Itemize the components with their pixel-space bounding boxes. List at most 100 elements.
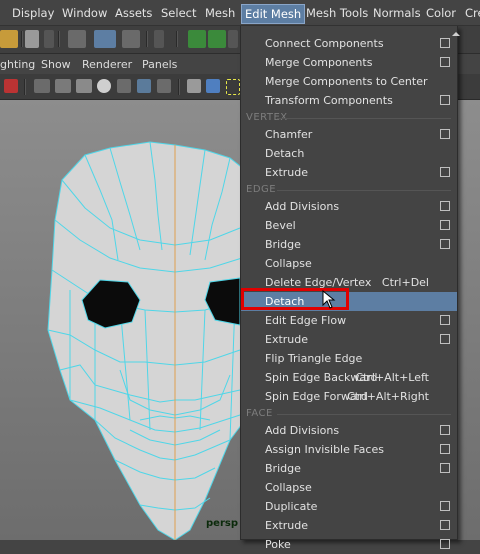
edit-mesh-dropdown: Connect Components Merge Components Merge … [240, 26, 458, 551]
menu-item-merge-components-to-center[interactable]: Merge Components to Center [241, 72, 457, 91]
option-box-icon[interactable] [440, 95, 450, 105]
menu-item-extrude[interactable]: Extrude [241, 163, 457, 182]
snap-grid-icon[interactable] [188, 30, 206, 48]
menu-item-spin-edge-forward[interactable]: Spin Edge Forward Ctrl+Alt+Right [241, 387, 457, 406]
toolbar-separator [146, 31, 148, 47]
snap-point-icon[interactable] [228, 30, 238, 48]
sphere-icon[interactable] [97, 79, 111, 93]
menu-item-label: Extrude [265, 519, 309, 532]
menu-item-bridge[interactable]: Bridge [241, 235, 457, 254]
dropdown-arrow-icon[interactable] [154, 30, 164, 48]
menu-item-extrude[interactable]: Extrude [241, 516, 457, 535]
menu-color[interactable]: Color [426, 6, 456, 20]
menu-item-bevel[interactable]: Bevel [241, 216, 457, 235]
option-box-icon[interactable] [440, 539, 450, 549]
menu-item-label: Add Divisions [265, 424, 340, 437]
cube-wire-icon[interactable] [187, 79, 201, 93]
panel-menu-show[interactable]: Show [41, 58, 71, 71]
toolbar-separator [176, 31, 178, 47]
menu-item-extrude[interactable]: Extrude [241, 330, 457, 349]
menu-item-label: Bridge [265, 238, 301, 251]
panel-menu-lighting[interactable]: ghting [0, 58, 35, 71]
menu-item-label: Collapse [265, 481, 312, 494]
menu-item-shortcut: Ctrl+Alt+Left [355, 371, 429, 384]
section-divider [277, 118, 451, 119]
menu-window[interactable]: Window [62, 6, 107, 20]
dropdown-arrow-icon[interactable] [44, 30, 54, 48]
menu-mesh[interactable]: Mesh [205, 6, 235, 20]
select-hierarchy-icon[interactable] [68, 30, 86, 48]
option-box-icon[interactable] [440, 334, 450, 344]
camera-label: persp [206, 518, 238, 529]
menu-item-bridge[interactable]: Bridge [241, 459, 457, 478]
menu-item-add-divisions[interactable]: Add Divisions [241, 421, 457, 440]
menu-item-collapse[interactable]: Collapse [241, 254, 457, 273]
option-box-icon[interactable] [440, 201, 450, 211]
toolbar-separator [24, 79, 26, 95]
option-box-icon[interactable] [440, 463, 450, 473]
select-object-icon[interactable] [94, 30, 116, 48]
lights-icon[interactable] [137, 79, 151, 93]
menu-item-label: Detach [265, 147, 305, 160]
shading-flat-icon[interactable] [76, 79, 92, 93]
panel-menu-panels[interactable]: Panels [142, 58, 177, 71]
panel-menu-renderer[interactable]: Renderer [82, 58, 132, 71]
menu-item-label: Collapse [265, 257, 312, 270]
menu-item-label: Duplicate [265, 500, 318, 513]
xray-icon[interactable] [117, 79, 131, 93]
option-box-icon[interactable] [440, 520, 450, 530]
menu-item-label: Bevel [265, 219, 296, 232]
save-scene-icon[interactable] [25, 30, 39, 48]
shading-smooth-icon[interactable] [55, 79, 71, 93]
menu-item-spin-edge-backward[interactable]: Spin Edge Backward Ctrl+Alt+Left [241, 368, 457, 387]
option-box-icon[interactable] [440, 444, 450, 454]
menu-item-connect-components[interactable]: Connect Components [241, 34, 457, 53]
section-header-face: FACE [246, 408, 273, 419]
option-box-icon[interactable] [440, 167, 450, 177]
menu-item-collapse[interactable]: Collapse [241, 478, 457, 497]
menu-item-flip-triangle-edge[interactable]: Flip Triangle Edge [241, 349, 457, 368]
option-box-icon[interactable] [440, 315, 450, 325]
select-component-icon[interactable] [122, 30, 140, 48]
menu-item-label: Merge Components [265, 56, 373, 69]
section-header-edge: EDGE [246, 184, 277, 195]
menu-item-add-divisions[interactable]: Add Divisions [241, 197, 457, 216]
menu-item-label: Extrude [265, 333, 309, 346]
menu-item-duplicate[interactable]: Duplicate [241, 497, 457, 516]
menu-edit-mesh[interactable]: Edit Mesh [241, 4, 306, 24]
menu-item-merge-components[interactable]: Merge Components [241, 53, 457, 72]
paint-brush-icon[interactable] [4, 79, 18, 93]
option-box-icon[interactable] [440, 501, 450, 511]
menu-item-chamfer[interactable]: Chamfer [241, 125, 457, 144]
selection-highlight-icon[interactable] [226, 79, 240, 95]
option-box-icon[interactable] [440, 38, 450, 48]
menu-item-assign-invisible-faces[interactable]: Assign Invisible Faces [241, 440, 457, 459]
option-box-icon[interactable] [440, 239, 450, 249]
menu-display[interactable]: Display [12, 6, 54, 20]
menu-create[interactable]: Cre [465, 6, 480, 20]
menu-item-transform-components[interactable]: Transform Components [241, 91, 457, 110]
menu-item-detach[interactable]: Detach [241, 144, 457, 163]
menu-assets[interactable]: Assets [115, 6, 152, 20]
open-scene-icon[interactable] [0, 30, 18, 48]
option-box-icon[interactable] [440, 220, 450, 230]
menu-normals[interactable]: Normals [373, 6, 421, 20]
option-box-icon[interactable] [440, 425, 450, 435]
menu-item-label: Extrude [265, 166, 309, 179]
snap-curve-icon[interactable] [208, 30, 226, 48]
menu-mesh-tools[interactable]: Mesh Tools [306, 6, 368, 20]
menu-item-label: Merge Components to Center [265, 75, 428, 88]
menu-item-label: Add Divisions [265, 200, 340, 213]
menu-item-edit-edge-flow[interactable]: Edit Edge Flow [241, 311, 457, 330]
isolate-icon[interactable] [157, 79, 171, 93]
menu-item-label: Connect Components [265, 37, 384, 50]
option-box-icon[interactable] [440, 57, 450, 67]
toolbar-separator [58, 31, 60, 47]
cube-shaded-icon[interactable] [206, 79, 220, 93]
menu-item-label: Bridge [265, 462, 301, 475]
scroll-up-arrow-icon[interactable] [451, 30, 461, 38]
shading-wireframe-icon[interactable] [34, 79, 50, 93]
menu-select[interactable]: Select [161, 6, 196, 20]
option-box-icon[interactable] [440, 129, 450, 139]
menu-item-poke[interactable]: Poke [241, 535, 457, 554]
